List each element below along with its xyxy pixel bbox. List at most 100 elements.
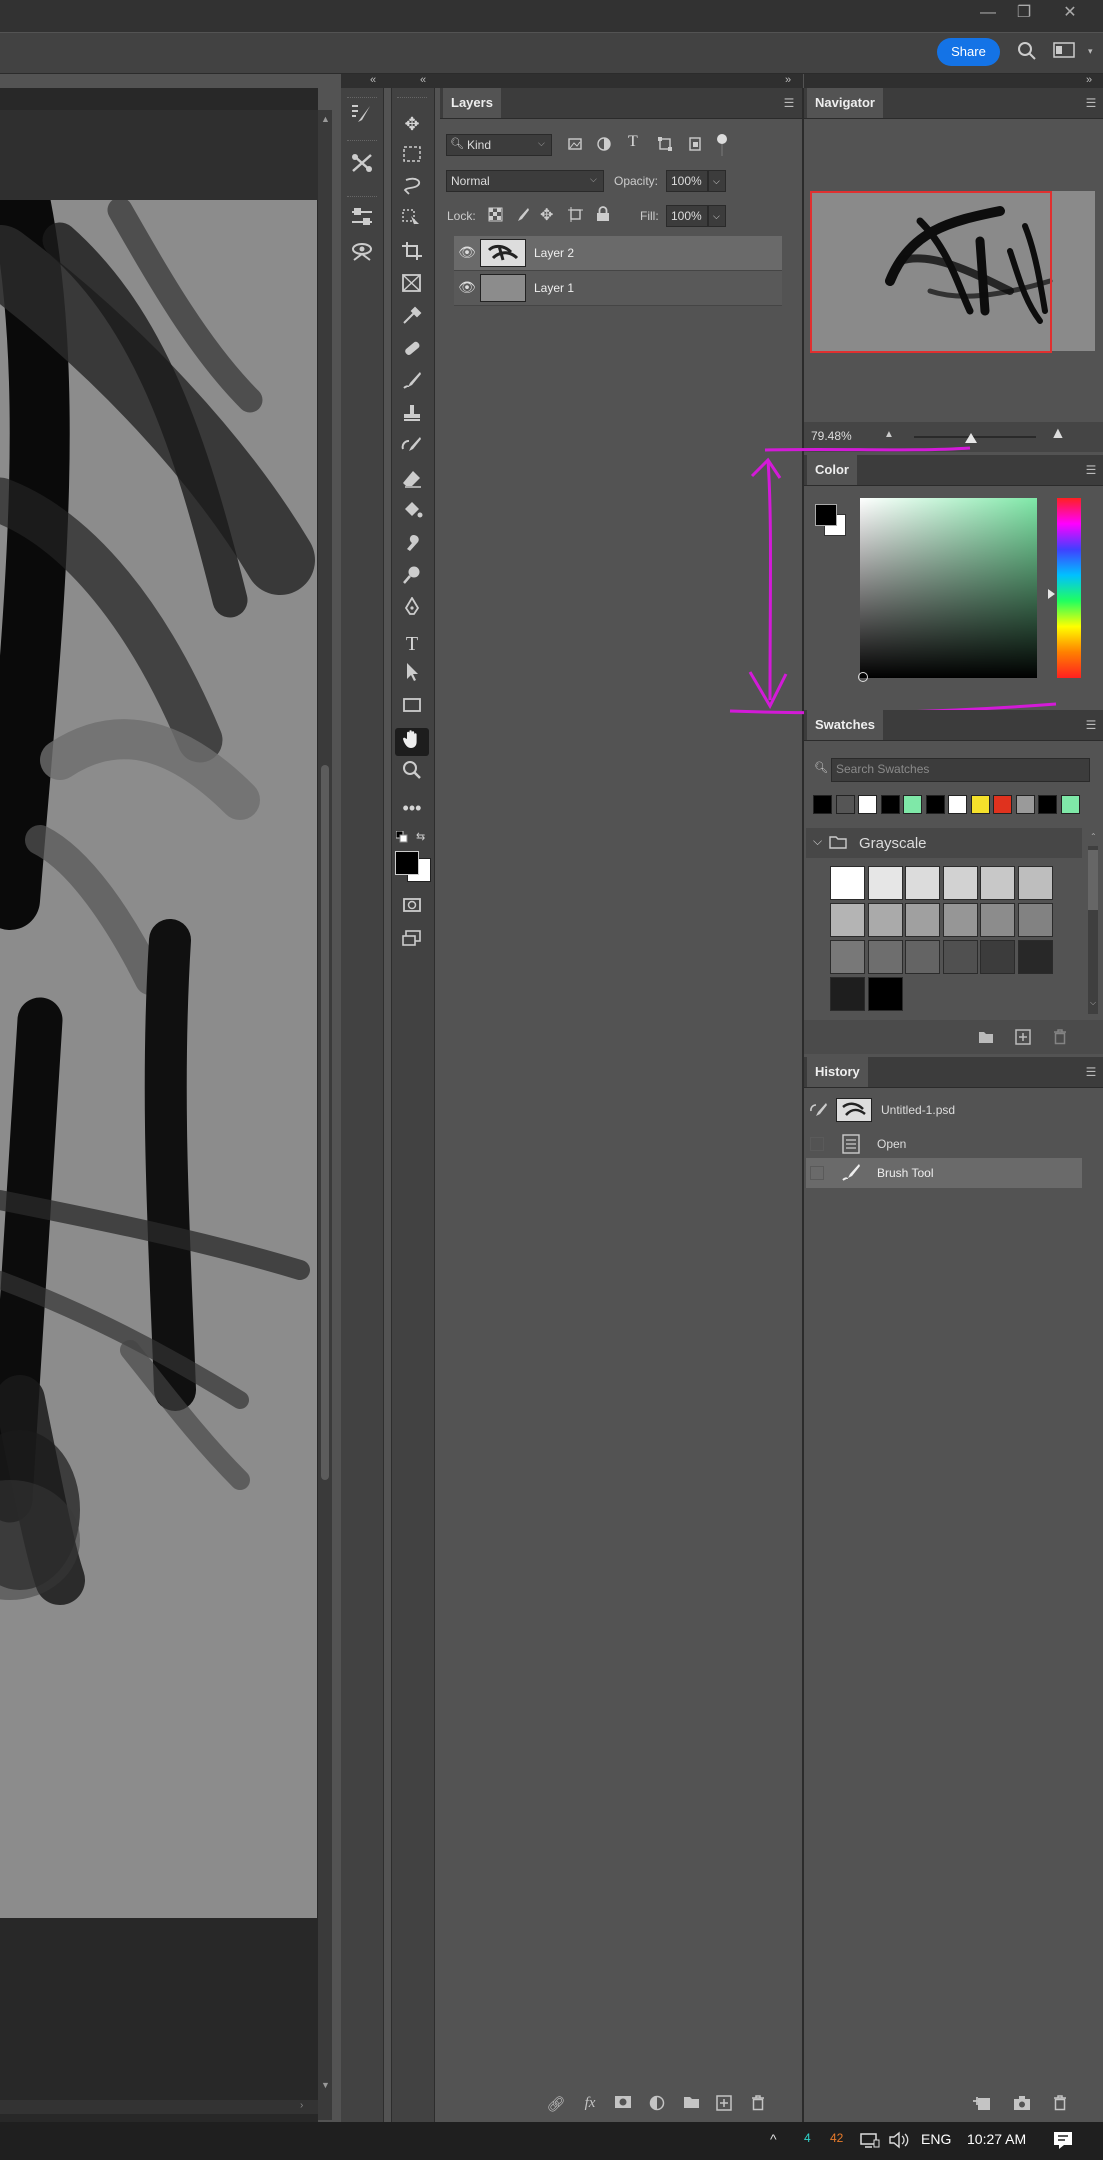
- notifications-icon[interactable]: [1052, 2129, 1074, 2156]
- brush-settings-icon[interactable]: [345, 103, 379, 131]
- grayscale-swatch[interactable]: [980, 940, 1015, 974]
- rectangle-tool-icon[interactable]: [395, 695, 429, 723]
- hue-slider[interactable]: [1057, 498, 1081, 678]
- visibility-settings-icon[interactable]: [345, 240, 379, 268]
- filter-type-icon[interactable]: T: [628, 133, 638, 151]
- restore-button[interactable]: ❐: [1006, 0, 1042, 26]
- snapshot-camera-icon[interactable]: [1013, 2095, 1031, 2116]
- dodge-tool-icon[interactable]: [395, 565, 429, 593]
- swatch-chip[interactable]: [1038, 795, 1057, 814]
- fx-icon[interactable]: fx: [579, 2095, 601, 2112]
- move-tool-icon[interactable]: ✥: [395, 110, 429, 138]
- lasso-tool-icon[interactable]: [395, 176, 429, 204]
- grayscale-swatch[interactable]: [867, 903, 903, 937]
- adjustment-layer-icon[interactable]: [646, 2095, 668, 2115]
- new-layer-icon[interactable]: [713, 2095, 735, 2115]
- zoom-out-icon[interactable]: ▲: [884, 429, 894, 440]
- grayscale-swatch[interactable]: [942, 866, 978, 900]
- crop-tool-icon[interactable]: [395, 241, 429, 269]
- grayscale-swatch[interactable]: [1017, 866, 1053, 900]
- clock[interactable]: 10:27 AM: [967, 2131, 1026, 2147]
- history-item-brush-tool[interactable]: Brush Tool: [806, 1158, 1082, 1188]
- history-source-checkbox[interactable]: [810, 1166, 824, 1180]
- layer-row-layer-1[interactable]: 👁︎ Layer 1: [454, 271, 782, 306]
- network-icon[interactable]: [860, 2132, 880, 2153]
- swatch-chip[interactable]: [1015, 795, 1035, 814]
- add-mask-icon[interactable]: [612, 2095, 634, 2113]
- grayscale-swatch[interactable]: [905, 903, 940, 937]
- swatch-chip[interactable]: [993, 795, 1012, 814]
- grayscale-swatch[interactable]: [830, 977, 865, 1011]
- lock-artboard-icon[interactable]: [568, 207, 583, 227]
- workspace-icon[interactable]: [1053, 41, 1075, 63]
- chevron-down-icon[interactable]: ⌵: [813, 834, 822, 849]
- swatches-search-input[interactable]: Search Swatches: [831, 758, 1090, 782]
- tab-swatches[interactable]: Swatches: [807, 710, 883, 740]
- panel-menu-icon[interactable]: ☰: [1084, 718, 1098, 732]
- filter-smart-object-icon[interactable]: [688, 137, 702, 156]
- swatch-chip[interactable]: [880, 795, 900, 814]
- tray-badge-b[interactable]: 42: [830, 2131, 843, 2145]
- smudge-tool-icon[interactable]: [395, 533, 429, 561]
- language-indicator[interactable]: ENG: [921, 2131, 951, 2147]
- trash-icon[interactable]: [747, 2095, 769, 2115]
- swatch-chip[interactable]: [925, 795, 945, 814]
- grayscale-swatch[interactable]: [830, 903, 865, 937]
- minimize-button[interactable]: —: [970, 0, 1006, 26]
- hand-tool-icon[interactable]: [395, 728, 429, 756]
- marquee-tool-icon[interactable]: [395, 143, 429, 171]
- type-tool-icon[interactable]: T: [395, 630, 429, 658]
- scroll-up-icon[interactable]: ⌃: [1090, 832, 1097, 841]
- swatch-chip[interactable]: [970, 795, 990, 814]
- scroll-up-icon[interactable]: ▲: [321, 114, 330, 124]
- history-source-checkbox[interactable]: [810, 1137, 824, 1151]
- grayscale-swatch[interactable]: [1017, 903, 1053, 937]
- opacity-input[interactable]: 100%: [666, 170, 708, 192]
- frame-tool-icon[interactable]: [395, 273, 429, 301]
- collapse-left-icon[interactable]: «: [370, 74, 376, 86]
- grayscale-swatch[interactable]: [830, 940, 865, 974]
- opacity-dropdown-icon[interactable]: ⌵: [708, 170, 726, 192]
- filter-shape-icon[interactable]: [658, 137, 672, 156]
- tab-navigator[interactable]: Navigator: [807, 88, 883, 118]
- system-tray-chevron-icon[interactable]: ^: [770, 2131, 777, 2147]
- new-document-from-state-icon[interactable]: [972, 2095, 992, 2116]
- filter-toggle-icon[interactable]: [717, 134, 727, 144]
- zoom-tool-icon[interactable]: [395, 760, 429, 788]
- grayscale-swatch[interactable]: [1017, 940, 1053, 974]
- tray-badge-a[interactable]: 4: [804, 2131, 811, 2145]
- fill-dropdown-icon[interactable]: ⌵: [708, 205, 726, 227]
- clone-stamp-tool-icon[interactable]: [395, 403, 429, 431]
- swatch-chip[interactable]: [835, 795, 855, 814]
- object-selection-tool-icon[interactable]: [395, 208, 429, 236]
- screen-mode-icon[interactable]: [395, 928, 429, 956]
- collapse-left-icon-2[interactable]: «: [420, 74, 426, 86]
- eyedropper-tool-icon[interactable]: [395, 305, 429, 333]
- swatch-chip[interactable]: [1060, 795, 1080, 814]
- brush-tool-icon[interactable]: [395, 370, 429, 398]
- close-button[interactable]: ✕: [1052, 0, 1088, 26]
- folder-icon[interactable]: [680, 2095, 702, 2113]
- grayscale-swatch[interactable]: [830, 866, 865, 900]
- delete-swatch-icon[interactable]: [1053, 1029, 1067, 1050]
- volume-icon[interactable]: [888, 2131, 910, 2154]
- quick-mask-icon[interactable]: [395, 895, 429, 923]
- history-snapshot-row[interactable]: Untitled-1.psd: [806, 1095, 1082, 1125]
- grayscale-swatch[interactable]: [905, 866, 940, 900]
- search-icon[interactable]: [1016, 41, 1038, 63]
- path-selection-tool-icon[interactable]: [395, 662, 429, 690]
- swatch-chip[interactable]: [858, 795, 877, 814]
- blend-mode-select[interactable]: Normal: [446, 170, 604, 192]
- grayscale-swatch[interactable]: [905, 940, 940, 974]
- document-canvas[interactable]: [0, 200, 317, 1918]
- grayscale-swatch[interactable]: [942, 903, 978, 937]
- swap-colors-icon[interactable]: ⇆: [416, 830, 425, 843]
- swatch-chip[interactable]: [948, 795, 967, 814]
- filter-adjustment-icon[interactable]: [597, 137, 611, 156]
- history-source-brush-icon[interactable]: [810, 1101, 828, 1124]
- swatch-group-grayscale[interactable]: [806, 828, 1082, 858]
- more-tools-icon[interactable]: •••: [395, 794, 429, 822]
- grayscale-swatch[interactable]: [942, 940, 978, 974]
- collapse-right-icon-2[interactable]: »: [1086, 74, 1092, 86]
- swatches-scroll-thumb[interactable]: [1088, 850, 1098, 910]
